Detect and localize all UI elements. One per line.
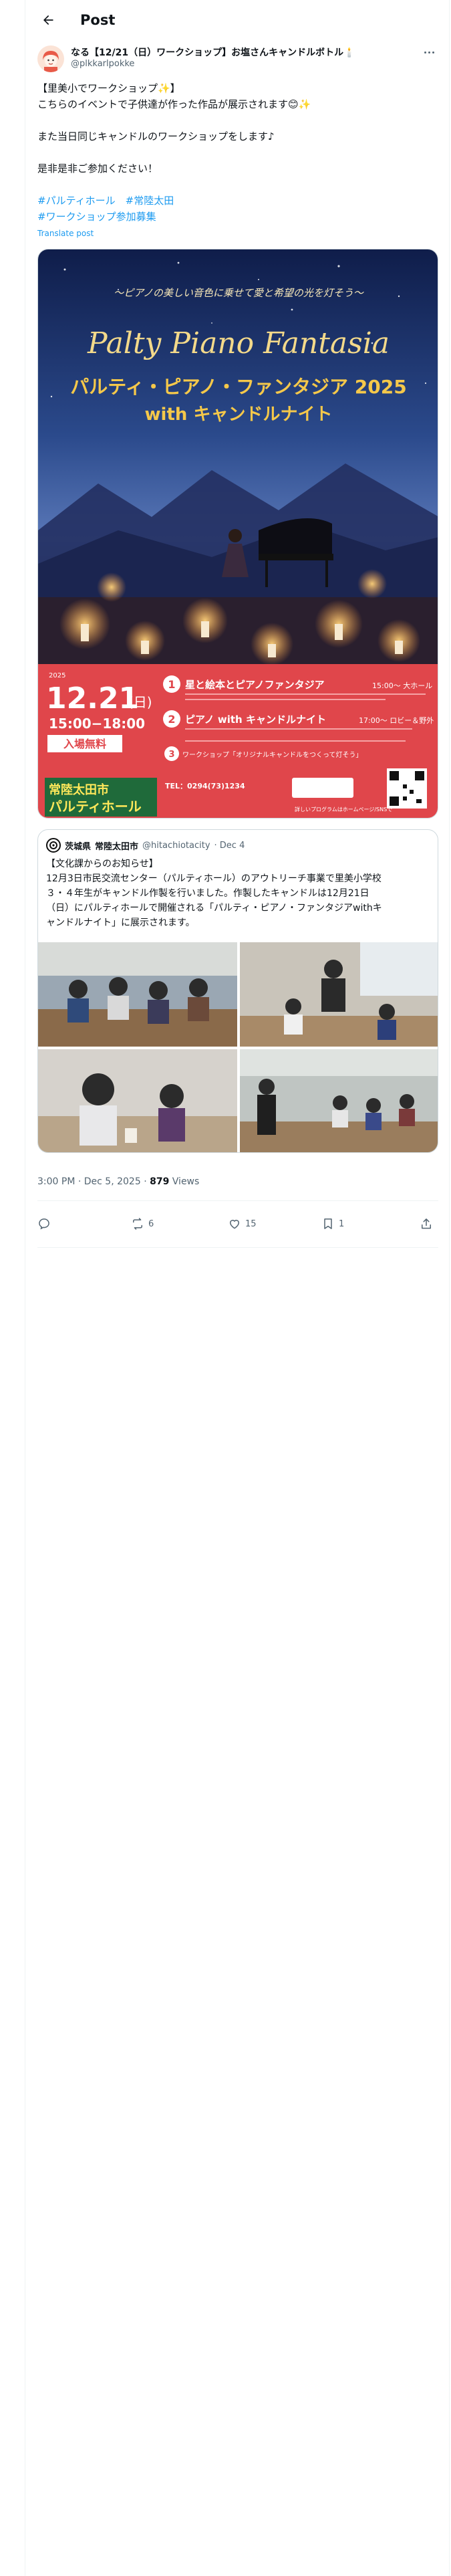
repost-button[interactable]: 6 (131, 1212, 154, 1236)
more-dot (432, 51, 434, 53)
hashtag-line[interactable]: #パルティホール #常陸太田 (37, 193, 438, 209)
avatar[interactable] (37, 45, 64, 72)
quoted-line: 【文化課からのお知らせ】 (46, 859, 158, 869)
translate-post-link[interactable]: Translate post (37, 229, 94, 238)
event2-time: 17:00〜 ロビー＆野外 (359, 716, 434, 725)
qr-code-icon (387, 768, 427, 809)
quoted-handle: @hitachiotacity (142, 840, 210, 851)
quoted-line: ３・４年生がキャンドル作製を行いました。作製したキャンドルは12月21日 (46, 888, 369, 899)
arrow-left-icon (43, 15, 53, 25)
event-number: 1 (168, 678, 175, 691)
bookmark-button[interactable]: 1 (321, 1212, 344, 1236)
poster-time: 15:00−18:00 (49, 716, 145, 732)
back-button[interactable] (35, 7, 61, 33)
poster-weekday: (日) (128, 694, 152, 710)
poster-subtitle: 〜ピアノの美しい音色に乗せて愛と希望の光を灯そう〜 (114, 287, 364, 299)
quoted-account-region[interactable]: 茨城県 (65, 839, 91, 852)
event-number: 3 (168, 750, 174, 760)
author-handle[interactable]: @plkkarlpokke (71, 59, 134, 69)
post-image[interactable]: 〜ピアノの美しい音色に乗せて愛と希望の光を灯そう〜 Palty Piano Fa… (37, 249, 438, 819)
quoted-post-header: 茨城県 常陸太田市 @hitachiotacity · Dec 4 (46, 838, 245, 853)
event2-title: ピアノ with キャンドルナイト (185, 714, 326, 726)
like-button[interactable]: 15 (228, 1212, 257, 1236)
poster-venue-line2: パルティホール (49, 798, 142, 815)
poster-date: 12.21 (46, 681, 139, 716)
poster-admission: 入場無料 (63, 738, 106, 750)
quoted-photo[interactable] (38, 1049, 237, 1152)
quoted-date: · Dec 4 (214, 840, 245, 851)
post-line: また当日同じキャンドルのワークショップをします♪ (37, 130, 275, 142)
quoted-line: （日）にパルティホールで開催される「パルティ・ピアノ・ファンタジアwithキ (46, 903, 382, 914)
reply-icon (39, 1218, 49, 1230)
repost-count: 6 (148, 1218, 154, 1229)
event-number: 2 (168, 713, 175, 726)
poster-link-label: 詳しいプログラムはホームページ/SNSで (295, 806, 392, 813)
event1-time: 15:00〜 大ホール (372, 681, 432, 690)
top-bar: Post (25, 0, 449, 40)
divider (37, 1247, 438, 1248)
event1-title: 星と絵本とピアノファンタジア (185, 679, 325, 691)
poster-year: 2025 (49, 672, 65, 679)
page-title: Post (80, 12, 116, 28)
author-name[interactable]: なる【12/21（日）ワークショップ】お塩さんキャンドルボトル🕯️ (71, 45, 355, 59)
quoted-photo-grid (38, 942, 438, 1152)
post-meta: 3:00 PM · Dec 5, 2025 · 879 Views (37, 1176, 199, 1187)
heart-icon (230, 1220, 239, 1229)
post-line: こちらのイベントで子供達が作った作品が展示されます😊✨ (37, 98, 311, 110)
bookmark-count: 1 (339, 1218, 345, 1229)
share-button[interactable] (420, 1212, 433, 1236)
poster-title-with: with キャンドルナイト (145, 405, 333, 425)
quoted-photo[interactable] (240, 942, 438, 1047)
poster-title-en: Palty Piano Fantasia (87, 326, 390, 360)
more-dot (428, 51, 430, 53)
hashtag-line[interactable]: #ワークショップ参加募集 (37, 209, 438, 225)
quoted-avatar[interactable] (46, 838, 61, 853)
column-border-right (449, 0, 450, 2576)
quoted-line: ャンドルナイト」に展示されます。 (46, 918, 195, 928)
quoted-photo[interactable] (240, 1049, 438, 1152)
poster-tel: TEL：0294(73)1234 (165, 782, 245, 790)
post-timestamp[interactable]: 3:00 PM · Dec 5, 2025 · (37, 1176, 150, 1187)
poster-venue-line1: 常陸太田市 (49, 782, 109, 797)
event3-title: ワークショップ「オリジナルキャンドルをつくって灯そう」 (182, 751, 363, 759)
post-author: なる【12/21（日）ワークショップ】お塩さんキャンドルボトル🕯️ @plkka… (37, 43, 438, 75)
quoted-post[interactable]: 茨城県 常陸太田市 @hitachiotacity · Dec 4 【文化課から… (37, 829, 438, 1153)
more-dot (424, 51, 426, 53)
reply-button[interactable] (37, 1212, 55, 1236)
like-count: 15 (245, 1218, 257, 1229)
bookmark-icon (324, 1218, 332, 1229)
views-label: Views (169, 1176, 200, 1187)
quoted-name[interactable]: 常陸太田市 (95, 839, 138, 852)
more-options-button[interactable] (420, 45, 438, 59)
post-line: 是非是非ご参加ください！ (37, 163, 158, 175)
post-line: 【里美小でワークショップ✨】 (37, 82, 180, 94)
poster-title-jp: パルティ・ピアノ・ファンタジア 2025 (70, 376, 406, 398)
post-text: 【里美小でワークショップ✨】 こちらのイベントで子供達が作った作品が展示されます… (37, 80, 438, 225)
divider (37, 1200, 438, 1201)
view-count: 879 (150, 1176, 170, 1187)
quoted-line: 12月3日市民交流センター（パルティホール）のアウトリーチ事業で里美小学校 (46, 873, 382, 884)
action-bar: 6 15 1 (37, 1212, 438, 1236)
quoted-photo[interactable] (38, 942, 237, 1047)
quoted-text: 【文化課からのお知らせ】 12月3日市民交流センター（パルティホール）のアウトリ… (46, 857, 431, 930)
repost-icon (133, 1218, 142, 1230)
share-icon (422, 1218, 431, 1229)
